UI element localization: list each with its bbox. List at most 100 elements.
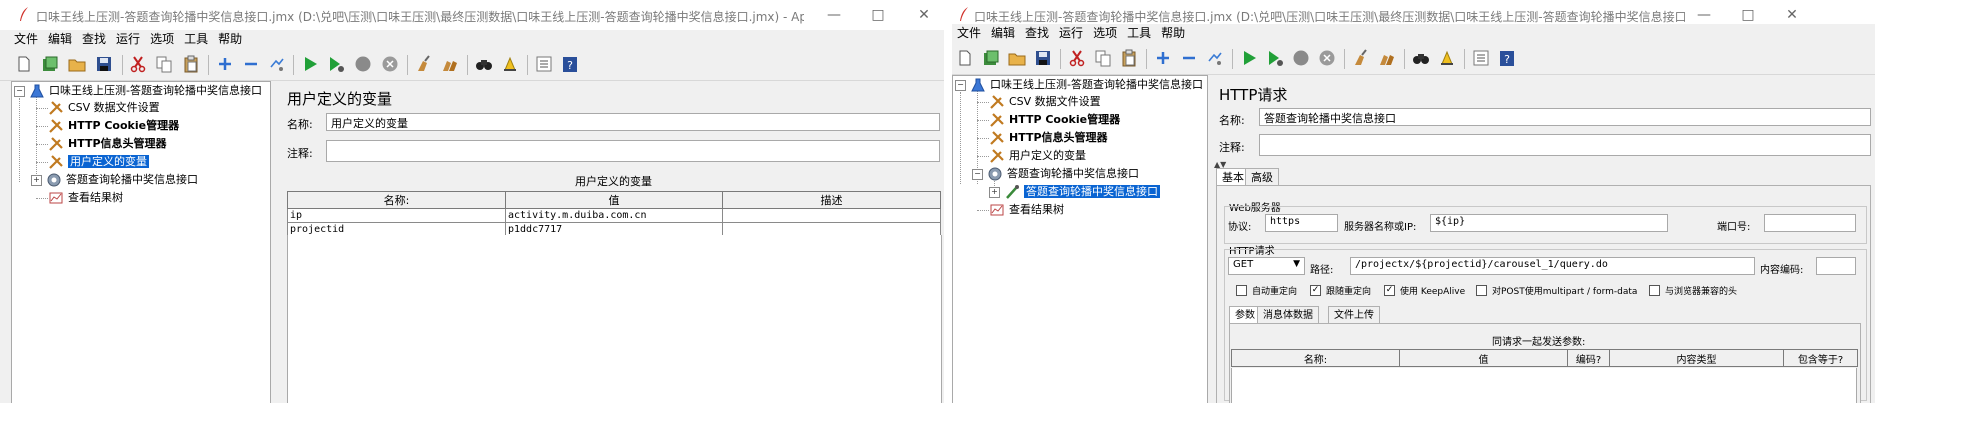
maximize-button[interactable]: □	[862, 4, 894, 26]
column-header-description[interactable]: 描述	[722, 191, 941, 209]
save-icon[interactable]	[93, 54, 115, 74]
menu-file[interactable]: 文件	[952, 24, 986, 42]
stop-icon[interactable]	[1290, 48, 1312, 68]
clear-all-icon[interactable]	[439, 54, 461, 74]
server-field[interactable]: ${ip}	[1430, 214, 1668, 232]
menu-tools[interactable]: 工具	[1122, 24, 1156, 42]
toggle-icon[interactable]	[266, 54, 288, 74]
checkbox-box[interactable]	[1236, 285, 1247, 296]
menu-tools[interactable]: 工具	[179, 30, 213, 48]
comment-field[interactable]	[326, 140, 940, 162]
search-icon[interactable]	[473, 54, 495, 74]
help-icon[interactable]: ?	[559, 54, 581, 74]
copy-icon[interactable]	[153, 54, 175, 74]
maximize-button[interactable]: □	[1732, 4, 1764, 26]
tree-item-user-defined-variables[interactable]: 用户定义的变量	[48, 154, 149, 170]
column-header-content-type[interactable]: 内容类型	[1609, 349, 1784, 367]
menu-help[interactable]: 帮助	[1156, 24, 1190, 42]
checkbox-box-checked[interactable]: ✓	[1384, 285, 1395, 296]
tab-advanced[interactable]: 高级	[1245, 168, 1279, 185]
minimize-button[interactable]: —	[818, 4, 850, 26]
name-field[interactable]: 答题查询轮播中奖信息接口	[1259, 108, 1871, 126]
clear-all-icon[interactable]	[1376, 48, 1398, 68]
tree-root-test-plan[interactable]: − 口味王线上压测-答题查询轮播中奖信息接口	[14, 83, 262, 99]
close-button[interactable]: ✕	[1776, 4, 1808, 26]
tree-item-csv[interactable]: CSV 数据文件设置	[48, 100, 160, 116]
table-cell[interactable]: ip	[287, 208, 506, 223]
close-button[interactable]: ✕	[908, 4, 940, 26]
stop-icon[interactable]	[352, 54, 374, 74]
column-header-name[interactable]: 名称:	[1231, 349, 1400, 367]
tree-item-http-request[interactable]: + 答题查询轮播中奖信息接口	[989, 184, 1160, 200]
minimize-button[interactable]: —	[1688, 4, 1720, 26]
tree-item-thread-group[interactable]: + 答题查询轮播中奖信息接口	[31, 172, 198, 188]
function-helper-icon[interactable]	[533, 54, 555, 74]
menu-help[interactable]: 帮助	[213, 30, 247, 48]
checkbox-box[interactable]	[1649, 285, 1660, 296]
menu-run[interactable]: 运行	[111, 30, 145, 48]
checkbox-box-checked[interactable]: ✓	[1310, 285, 1321, 296]
tree-item-thread-group[interactable]: − 答题查询轮播中奖信息接口	[972, 166, 1139, 182]
toggle-icon[interactable]	[1204, 48, 1226, 68]
checkbox-auto-redirect[interactable]: 自动重定向	[1236, 284, 1297, 297]
function-helper-icon[interactable]	[1470, 48, 1492, 68]
cut-icon[interactable]	[1066, 48, 1088, 68]
port-field[interactable]	[1764, 214, 1856, 232]
tree-item-user-defined-variables[interactable]: 用户定义的变量	[989, 148, 1086, 164]
method-select[interactable]: GET ▼	[1228, 257, 1305, 275]
reset-search-icon[interactable]	[499, 54, 521, 74]
path-field[interactable]: /projectx/${projectid}/carousel_1/query.…	[1350, 257, 1755, 275]
new-icon[interactable]	[954, 48, 976, 68]
column-header-value[interactable]: 值	[1399, 349, 1568, 367]
copy-icon[interactable]	[1092, 48, 1114, 68]
tree-item-results-tree[interactable]: 查看结果树	[989, 202, 1064, 218]
shutdown-icon[interactable]	[379, 54, 401, 74]
clear-icon[interactable]	[1350, 48, 1372, 68]
checkbox-multipart[interactable]: 对POST使用multipart / form-data	[1476, 284, 1637, 297]
tree-item-results-tree[interactable]: 查看结果树	[48, 190, 123, 206]
clear-icon[interactable]	[413, 54, 435, 74]
tree-item-cookie-manager[interactable]: HTTP Cookie管理器	[48, 118, 179, 134]
expand-all-icon[interactable]	[1152, 48, 1174, 68]
search-icon[interactable]	[1410, 48, 1432, 68]
menu-search[interactable]: 查找	[77, 30, 111, 48]
menu-search[interactable]: 查找	[1020, 24, 1054, 42]
menu-run[interactable]: 运行	[1054, 24, 1088, 42]
table-cell[interactable]: activity.m.duiba.com.cn	[505, 208, 723, 223]
menu-edit[interactable]: 编辑	[986, 24, 1020, 42]
table-row[interactable]: ip activity.m.duiba.com.cn	[287, 208, 941, 223]
column-header-include-equals[interactable]: 包含等于?	[1783, 349, 1858, 367]
cut-icon[interactable]	[127, 54, 149, 74]
tree-item-csv[interactable]: CSV 数据文件设置	[989, 94, 1101, 110]
tree-item-header-manager[interactable]: HTTP信息头管理器	[48, 136, 167, 152]
table-cell[interactable]	[722, 208, 941, 223]
menu-options[interactable]: 选项	[1088, 24, 1122, 42]
tree-item-header-manager[interactable]: HTTP信息头管理器	[989, 130, 1108, 146]
new-icon[interactable]	[13, 54, 35, 74]
comment-field[interactable]	[1259, 134, 1871, 156]
reset-search-icon[interactable]	[1436, 48, 1458, 68]
start-icon[interactable]	[299, 54, 321, 74]
collapse-all-icon[interactable]	[240, 54, 262, 74]
start-no-pause-icon[interactable]	[1264, 48, 1286, 68]
paste-icon[interactable]	[180, 54, 202, 74]
shutdown-icon[interactable]	[1316, 48, 1338, 68]
tree-item-cookie-manager[interactable]: HTTP Cookie管理器	[989, 112, 1120, 128]
start-icon[interactable]	[1238, 48, 1260, 68]
expand-all-icon[interactable]	[214, 54, 236, 74]
collapse-all-icon[interactable]	[1178, 48, 1200, 68]
name-field[interactable]: 用户定义的变量	[326, 113, 940, 131]
checkbox-keepalive[interactable]: ✓ 使用 KeepAlive	[1384, 284, 1465, 297]
column-header-encode[interactable]: 编码?	[1567, 349, 1610, 367]
open-icon[interactable]	[66, 54, 88, 74]
tree-root-test-plan[interactable]: − 口味王线上压测-答题查询轮播中奖信息接口	[955, 77, 1203, 93]
column-header-name[interactable]: 名称:	[287, 191, 506, 209]
column-header-value[interactable]: 值	[505, 191, 723, 209]
tab-files-upload[interactable]: 文件上传	[1328, 306, 1380, 323]
help-icon[interactable]: ?	[1496, 48, 1518, 68]
templates-icon[interactable]	[39, 54, 61, 74]
content-encoding-field[interactable]	[1816, 257, 1856, 275]
templates-icon[interactable]	[980, 48, 1002, 68]
save-icon[interactable]	[1032, 48, 1054, 68]
checkbox-browser-compatible-headers[interactable]: 与浏览器兼容的头	[1649, 284, 1737, 297]
